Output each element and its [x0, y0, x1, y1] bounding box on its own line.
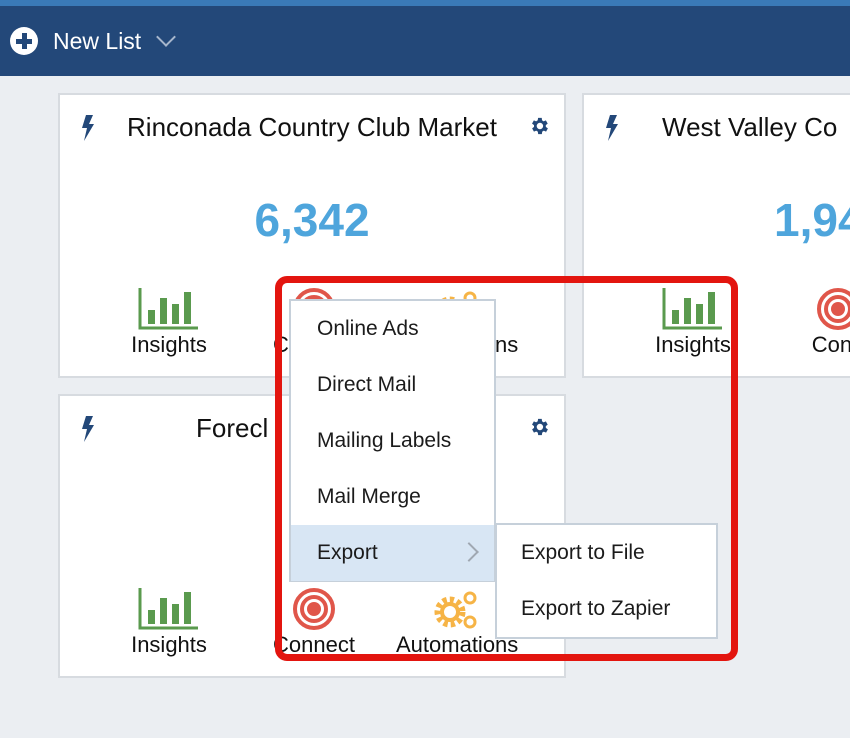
bolt-icon [606, 115, 618, 141]
chevron-right-icon [459, 542, 479, 562]
insights-label: Insights [131, 332, 207, 357]
target-icon [817, 288, 850, 330]
connect-label: Conn [811, 332, 850, 357]
bar-chart-icon [138, 588, 198, 630]
bar-chart-icon [138, 288, 198, 330]
new-list-label: New List [53, 27, 142, 54]
card-title[interactable]: Rinconada Country Club Market [120, 111, 504, 143]
menu-item-direct-mail[interactable]: Direct Mail [291, 357, 494, 413]
card-title[interactable]: Forecl [196, 412, 268, 444]
gear-icon[interactable] [528, 115, 550, 137]
connect-label: Connect [273, 632, 355, 657]
menu-item-online-ads[interactable]: Online Ads [291, 301, 494, 357]
card-actions: Insights Conn [584, 286, 850, 358]
gears-icon [434, 591, 477, 629]
menu-item-export-label: Export [317, 541, 378, 564]
connect-context-menu: Online Ads Direct Mail Mailing Labels Ma… [289, 299, 496, 582]
top-navigation-bar: New List [0, 6, 850, 76]
new-list-button[interactable]: New List [10, 27, 177, 55]
menu-item-mailing-labels[interactable]: Mailing Labels [291, 413, 494, 469]
plus-circle-icon [10, 27, 38, 55]
insights-button[interactable]: Insights [109, 588, 229, 658]
insights-button[interactable]: Insights [109, 288, 229, 358]
bar-chart-icon [662, 288, 722, 330]
bolt-icon [82, 416, 94, 442]
menu-item-export-to-file[interactable]: Export to File [497, 525, 716, 581]
export-submenu: Export to File Export to Zapier [495, 523, 718, 639]
bolt-icon [82, 115, 94, 141]
connect-button[interactable]: Connect [254, 588, 374, 658]
menu-item-export[interactable]: Export [291, 525, 494, 581]
insights-button[interactable]: Insights [633, 288, 753, 358]
card-title[interactable]: West Valley Co [662, 111, 837, 143]
gear-icon[interactable] [528, 416, 550, 438]
menu-item-export-to-zapier[interactable]: Export to Zapier [497, 581, 716, 637]
connect-button[interactable]: Conn [778, 288, 850, 358]
menu-item-mail-merge[interactable]: Mail Merge [291, 469, 494, 525]
insights-label: Insights [655, 332, 731, 357]
card-count: 1,94 [774, 194, 850, 246]
insights-label: Insights [131, 632, 207, 657]
target-icon [293, 588, 335, 630]
card-count: 6,342 [254, 194, 370, 246]
list-card: West Valley Co 1,94 Insights Conn [582, 93, 850, 378]
card-actions: Insights Connect Automations [60, 586, 564, 658]
chevron-down-icon[interactable] [156, 27, 177, 47]
